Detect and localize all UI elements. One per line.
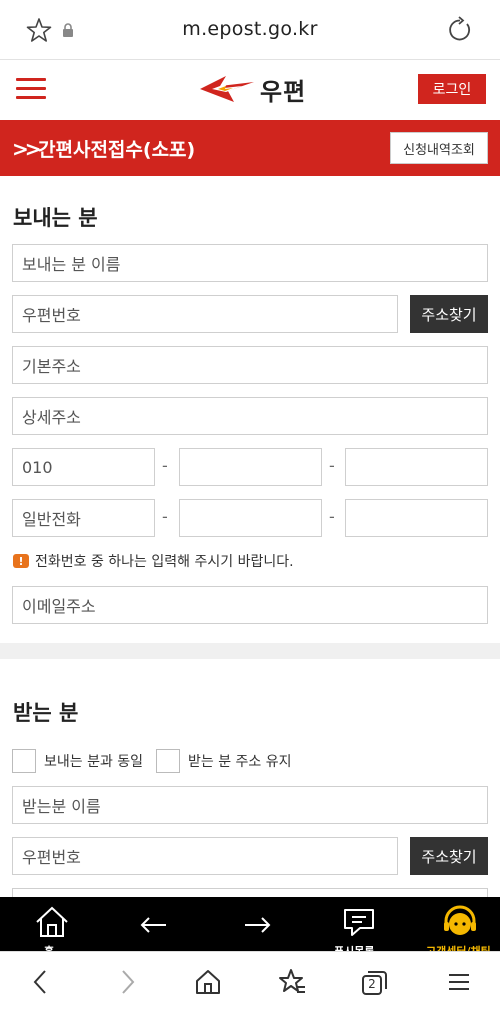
phone-notice-text: 전화번호 중 하나는 입력해 주시기 바랍니다.: [35, 554, 294, 570]
receiver-heading: 받는 분: [13, 701, 79, 725]
logo-text: 우편: [260, 77, 307, 106]
tab-count: 2: [368, 977, 376, 991]
receiver-name-input[interactable]: 받는분 이름: [12, 786, 488, 824]
sender-zip-input[interactable]: 우편번호: [12, 295, 398, 333]
sender-phone-last-input[interactable]: [345, 499, 488, 537]
page-title-bar: >> 간편사전접수(소포) 신청내역조회: [0, 120, 500, 176]
reload-icon[interactable]: [446, 16, 474, 44]
sender-mobile-prefix-select[interactable]: 010: [12, 448, 155, 486]
dash-separator: -: [162, 456, 168, 475]
nav-push-list[interactable]: 푸시목록: [324, 897, 394, 951]
browser-forward-icon[interactable]: [112, 967, 142, 997]
post-swallow-logo-icon: [200, 76, 254, 102]
checkbox-box[interactable]: [12, 749, 36, 773]
same-as-sender-label: 보내는 분과 동일: [44, 754, 144, 770]
push-message-icon: [344, 909, 374, 936]
receiver-address-search-button[interactable]: 주소찾기: [410, 837, 488, 875]
sender-heading: 보내는 분: [13, 206, 98, 230]
browser-address-bar: m.epost.go.kr: [0, 0, 500, 60]
nav-push-list-label: 푸시목록: [334, 943, 374, 951]
dash-separator: -: [329, 507, 335, 526]
headset-icon: [444, 905, 476, 935]
login-button[interactable]: 로그인: [418, 74, 486, 104]
dash-separator: -: [162, 507, 168, 526]
keep-address-label: 받는 분 주소 유지: [188, 754, 292, 770]
forward-arrow-icon[interactable]: [243, 917, 271, 933]
home-icon: [36, 906, 68, 937]
menu-hamburger-icon[interactable]: [16, 78, 46, 100]
sender-phone-prefix-select[interactable]: 일반전화: [12, 499, 155, 537]
bookmarks-icon[interactable]: [277, 967, 307, 997]
sender-address-search-button[interactable]: 주소찾기: [410, 295, 488, 333]
browser-menu-icon[interactable]: [444, 967, 474, 997]
browser-home-icon[interactable]: [193, 967, 223, 997]
phone-notice: ! 전화번호 중 하나는 입력해 주시기 바랍니다.: [13, 551, 294, 571]
browser-toolbar: 2: [0, 951, 500, 1009]
sender-phone-middle-input[interactable]: [179, 499, 322, 537]
request-history-button[interactable]: 신청내역조회: [390, 132, 488, 164]
keep-address-checkbox[interactable]: 받는 분 주소 유지: [156, 749, 292, 773]
checkbox-box[interactable]: [156, 749, 180, 773]
nav-customer-center[interactable]: 고객센터/채팅: [420, 897, 500, 951]
url-text[interactable]: m.epost.go.kr: [0, 18, 500, 40]
same-as-sender-checkbox[interactable]: 보내는 분과 동일: [12, 749, 143, 773]
nav-customer-center-label: 고객센터/채팅: [426, 943, 491, 951]
browser-back-icon[interactable]: [26, 967, 56, 997]
nav-home-label: 홈: [44, 943, 54, 951]
nav-home[interactable]: 홈: [20, 897, 84, 951]
sender-email-input[interactable]: 이메일주소: [12, 586, 488, 624]
sender-mobile-last-input[interactable]: [345, 448, 488, 486]
app-bottom-nav: 홈 푸시목록 고객센터/채팅: [0, 897, 500, 951]
sender-mobile-middle-input[interactable]: [179, 448, 322, 486]
tabs-button[interactable]: 2: [359, 967, 389, 997]
epost-logo[interactable]: 우편: [198, 72, 306, 106]
section-divider: [0, 643, 500, 659]
page-title: 간편사전접수(소포): [38, 139, 196, 161]
site-header: 우편 로그인: [0, 60, 500, 120]
dash-separator: -: [329, 456, 335, 475]
double-chevron-icon: >>: [12, 137, 41, 161]
sender-name-input[interactable]: 보내는 분 이름: [12, 244, 488, 282]
sender-base-address-input[interactable]: 기본주소: [12, 346, 488, 384]
sender-detail-address-input[interactable]: 상세주소: [12, 397, 488, 435]
warning-icon: !: [13, 554, 29, 568]
receiver-zip-input[interactable]: 우편번호: [12, 837, 398, 875]
back-arrow-icon[interactable]: [140, 917, 168, 933]
